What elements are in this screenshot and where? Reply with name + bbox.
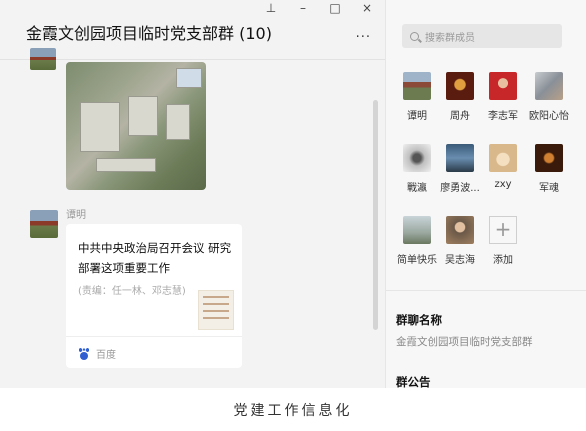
member-name: 军魂 [539, 183, 559, 194]
member-name: 李志军 [488, 111, 518, 122]
member-name: 添加 [493, 255, 513, 266]
member-name: zxy [494, 179, 512, 190]
member-name: 周舟 [450, 111, 470, 122]
member-item[interactable]: 廖勇波... [436, 144, 484, 194]
avatar [535, 72, 563, 100]
avatar [489, 144, 517, 172]
plus-icon: + [489, 216, 517, 244]
minimize-icon[interactable]: – [297, 2, 309, 14]
avatar [535, 144, 563, 172]
link-source-label: 百度 [96, 350, 116, 361]
member-item[interactable]: 简单快乐 [393, 216, 441, 266]
link-card[interactable]: 中共中央政治局召开会议 研究部署这项重要工作 (责编：任一林、邓志慧) 百度 [66, 224, 242, 368]
member-name: 廖勇波... [440, 183, 480, 194]
more-button[interactable]: ··· [356, 30, 371, 45]
member-name: 谭明 [407, 111, 427, 122]
member-search-input[interactable]: 搜索群成员 [402, 24, 562, 48]
photo-message[interactable] [66, 62, 206, 190]
link-description: (责编：任一林、邓志慧) [78, 286, 186, 297]
group-name-label: 群聊名称 [396, 313, 442, 327]
close-icon[interactable]: × [361, 2, 373, 14]
maximize-icon[interactable]: □ [329, 2, 341, 14]
chat-header: 金霞文创园项目临时党支部群 (10) ⊥ – □ × ··· [0, 0, 385, 60]
group-notice-label: 群公告 [396, 375, 431, 388]
member-name: 戰瀛 [407, 183, 427, 194]
avatar [403, 216, 431, 244]
avatar[interactable] [30, 48, 56, 70]
member-name: 欧阳心怡 [529, 111, 569, 122]
sender-name: 谭明 [66, 210, 86, 221]
member-name: 吴志海 [445, 255, 475, 266]
avatar [446, 72, 474, 100]
scrollbar[interactable] [373, 100, 378, 330]
search-placeholder: 搜索群成员 [425, 32, 475, 44]
chat-title: 金霞文创园项目临时党支部群 (10) [26, 24, 272, 43]
chat-window: 金霞文创园项目临时党支部群 (10) ⊥ – □ × ··· 谭明 中共中央政治… [0, 0, 586, 388]
avatar[interactable] [30, 210, 58, 238]
avatar [403, 144, 431, 172]
avatar [446, 216, 474, 244]
baidu-paw-icon [78, 347, 90, 360]
pin-icon[interactable]: ⊥ [265, 2, 277, 14]
member-item[interactable]: 戰瀛 [393, 144, 441, 194]
divider [66, 336, 242, 337]
member-item[interactable]: 李志军 [479, 72, 527, 122]
link-thumbnail [198, 290, 234, 330]
add-member-button[interactable]: + 添加 [479, 216, 527, 266]
photo-building [166, 104, 190, 140]
member-item[interactable]: 谭明 [393, 72, 441, 122]
photo-building [176, 68, 202, 88]
link-source: 百度 [78, 346, 116, 361]
avatar [446, 144, 474, 172]
member-item[interactable]: 吴志海 [436, 216, 484, 266]
window-controls: ⊥ – □ × [265, 2, 373, 14]
chat-panel: 金霞文创园项目临时党支部群 (10) ⊥ – □ × ··· 谭明 中共中央政治… [0, 0, 385, 388]
photo-building [80, 102, 120, 152]
photo-building [128, 96, 158, 136]
avatar [403, 72, 431, 100]
search-icon [410, 31, 419, 41]
link-title: 中共中央政治局召开会议 研究部署这项重要工作 [78, 241, 232, 275]
avatar [489, 72, 517, 100]
member-item[interactable]: zxy [479, 144, 527, 190]
members-panel: 搜索群成员 谭明 周舟 李志军 欧阳心怡 戰瀛 廖勇波... zxy 军魂 简单… [385, 0, 586, 388]
group-name-value[interactable]: 金霞文创园项目临时党支部群 [396, 334, 533, 349]
member-item[interactable]: 周舟 [436, 72, 484, 122]
photo-building [96, 158, 156, 172]
member-item[interactable]: 军魂 [525, 144, 573, 194]
member-name: 简单快乐 [397, 255, 437, 266]
member-item[interactable]: 欧阳心怡 [525, 72, 573, 122]
divider [386, 290, 586, 291]
image-caption: 党建工作信息化 [233, 403, 353, 419]
